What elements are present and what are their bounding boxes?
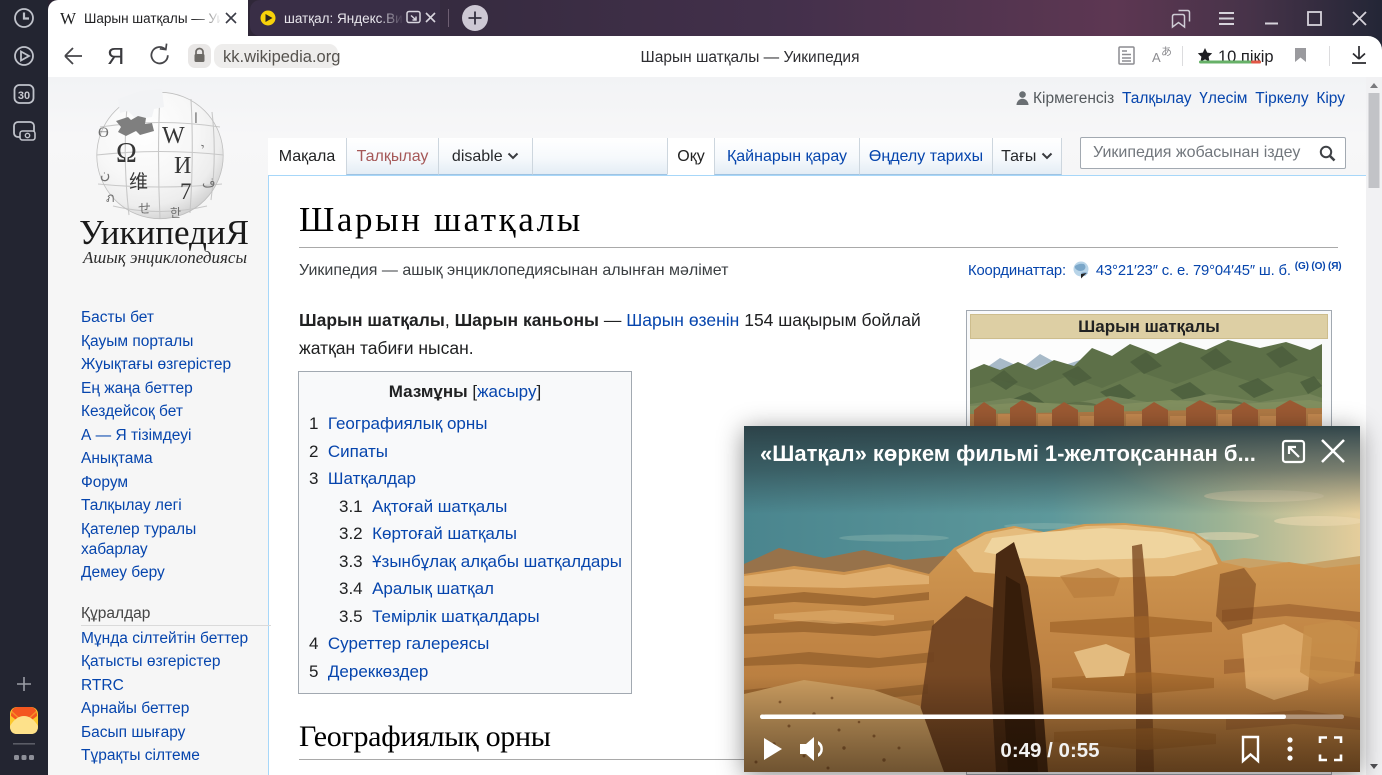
svg-text:י: י bbox=[201, 140, 204, 155]
svg-text:7: 7 bbox=[180, 179, 192, 204]
svg-text:Ө: Ө bbox=[98, 125, 109, 141]
svg-text:A: A bbox=[1152, 50, 1161, 65]
svg-text:あ: あ bbox=[1161, 45, 1172, 58]
svg-text:ا: ا bbox=[194, 112, 198, 127]
svg-text:Шарын шатқалы — Уикипедия: Шарын шатқалы — Уикипедия bbox=[641, 49, 860, 66]
svg-text:W: W bbox=[162, 123, 185, 149]
svg-text:Ашық энциклопедиясы: Ашық энциклопедиясы bbox=[82, 248, 247, 267]
svg-text:И: И bbox=[174, 153, 191, 179]
svg-text:ن: ن bbox=[100, 168, 110, 183]
svg-text:«Шатқал» көркем фильмі 1-желто: «Шатқал» көркем фильмі 1-желтоқсаннан б.… bbox=[760, 441, 1256, 466]
svg-text:维: 维 bbox=[129, 171, 148, 193]
svg-text:Ω: Ω bbox=[116, 138, 137, 169]
svg-text:0:49 / 0:55: 0:49 / 0:55 bbox=[1000, 739, 1099, 762]
svg-text:W: W bbox=[60, 9, 77, 28]
svg-text:ภ: ภ bbox=[106, 190, 115, 205]
svg-text:Я: Я bbox=[107, 43, 124, 68]
svg-text:УикипедиЯ: УикипедиЯ bbox=[79, 213, 249, 252]
svg-text:kk.wikipedia.org: kk.wikipedia.org bbox=[223, 48, 340, 66]
svg-text:ف: ف bbox=[202, 175, 215, 190]
svg-text:30: 30 bbox=[18, 90, 30, 102]
